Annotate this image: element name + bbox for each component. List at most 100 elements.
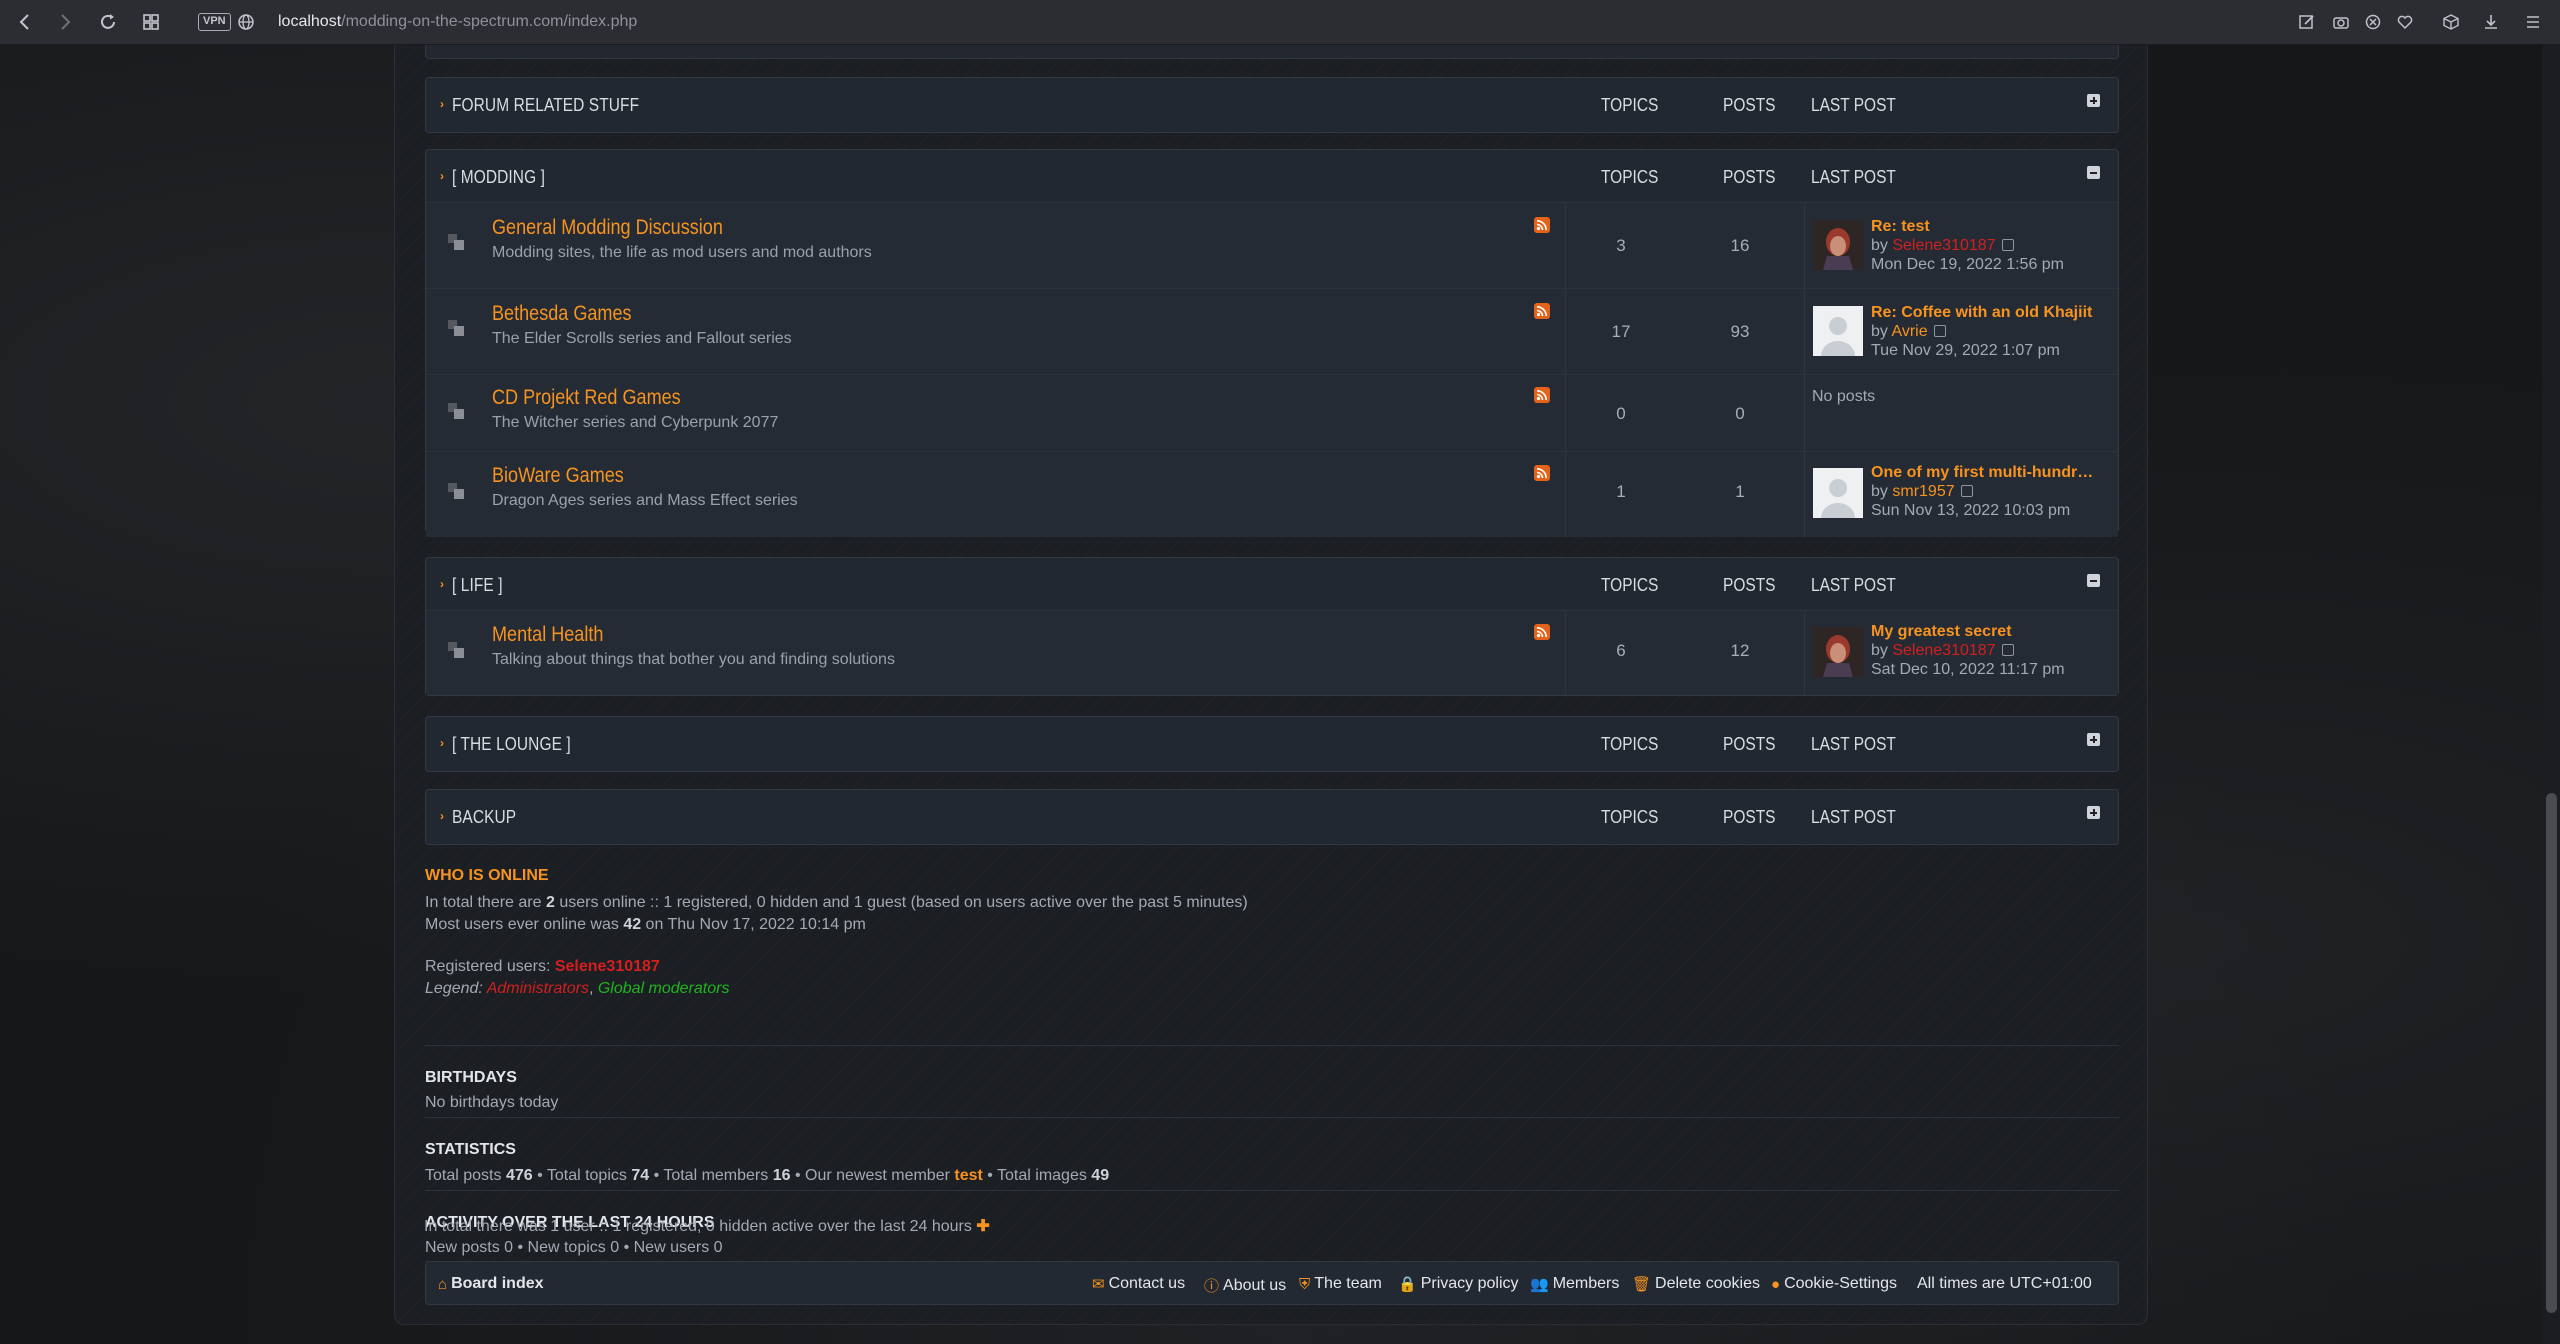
plus-icon[interactable]: ✚ [976,1218,989,1235]
contact-us-link[interactable]: ✉ Contact us [1092,1275,1185,1293]
forum-name-link[interactable]: General Modding Discussion [492,216,723,240]
page-wrapper: › FORUM RELATED STUFF TOPICS POSTS LAST … [394,45,2148,1325]
collapse-icon[interactable] [2087,574,2100,587]
category-title[interactable]: [ MODDING ] [452,167,545,188]
last-post-title-link[interactable]: Re: Coffee with an old Khajiit [1871,304,2092,322]
forum-row-bioware: BioWare Games Dragon Ages series and Mas… [426,451,2118,537]
vpn-badge[interactable]: VPN [198,13,231,31]
who-is-online-title[interactable]: WHO IS ONLINE [425,867,549,885]
category-the-lounge: › [ THE LOUNGE ] TOPICS POSTS LAST POST [425,716,2119,772]
category-title[interactable]: FORUM RELATED STUFF [452,95,639,116]
newest-member-link[interactable]: test [954,1167,982,1184]
download-icon[interactable] [2479,10,2503,34]
view-latest-post-icon[interactable] [1933,325,1946,337]
heart-icon[interactable] [2393,10,2417,34]
rss-feed-icon[interactable] [1534,624,1550,640]
column-separator [1804,611,1805,695]
category-title[interactable]: BACKUP [452,807,516,828]
cookie-settings-link[interactable]: ● Cookie-Settings [1771,1275,1897,1293]
delete-cookies-link[interactable]: 🗑 Delete cookies [1632,1275,1760,1293]
stat-label: Total posts [425,1167,506,1184]
expand-icon[interactable] [2087,94,2100,107]
last-post-user-link[interactable]: Selene310187 [1892,642,1995,659]
last-post-title-link[interactable]: My greatest secret [1871,623,2012,641]
rss-feed-icon[interactable] [1534,217,1550,233]
last-post-user-link[interactable]: Avrie [1891,323,1927,340]
by-label: by [1871,483,1888,500]
online-record-text: Most users ever online was [425,916,624,933]
category-backup: › BACKUP TOPICS POSTS LAST POST [425,789,2119,845]
legend-line: Legend: Administrators, Global moderator… [425,980,729,998]
category-arrow-icon: › [440,169,444,183]
legend-moderators-link[interactable]: Global moderators [598,980,730,997]
forum-description: The Elder Scrolls series and Fallout ser… [492,330,792,347]
team-label: The team [1314,1275,1382,1292]
topics-count: 17 [1611,322,1631,341]
posts-column-header: POSTS [1723,95,1776,115]
category-arrow-icon: › [440,577,444,591]
forum-name-link[interactable]: CD Projekt Red Games [492,386,681,410]
members-link[interactable]: 👥 Members [1530,1275,1619,1293]
about-us-link[interactable]: ⓘ About us [1204,1275,1286,1296]
last-poster-avatar[interactable] [1813,220,1863,270]
view-latest-post-icon[interactable] [1960,485,1973,497]
edit-icon[interactable] [2295,10,2319,34]
activity-line-1: New posts 0 • New topics 0 • New users 0 [425,1239,723,1256]
activity-line-2-text: In total there was 1 user :: 1 registere… [424,1218,972,1235]
forward-icon[interactable] [50,7,80,37]
the-team-link[interactable]: ⛨ The team [1299,1275,1382,1293]
by-label: by [1871,642,1888,659]
last-post-column-header: LAST POST [1811,167,1896,187]
activity-line-2: In total there was 1 user :: 1 registere… [424,1216,990,1236]
privacy-label: Privacy policy [1420,1275,1519,1292]
default-avatar-icon[interactable] [1813,306,1863,356]
last-poster-avatar[interactable] [1813,627,1863,677]
tabs-grid-icon[interactable] [136,7,166,37]
address-bar[interactable]: localhost/modding-on-the-spectrum.com/in… [278,13,637,31]
legend-separator: , [588,980,598,997]
view-latest-post-icon[interactable] [2001,239,2014,251]
rss-feed-icon[interactable] [1534,465,1550,481]
topics-count: 1 [1616,482,1626,501]
last-post-title-link[interactable]: One of my first multi-hundr… [1871,464,2093,482]
last-post-user-link[interactable]: smr1957 [1892,483,1954,500]
url-path: /modding-on-the-spectrum.com/index.php [341,13,638,30]
expand-icon[interactable] [2087,733,2100,746]
rss-feed-icon[interactable] [1534,387,1550,403]
view-latest-post-icon[interactable] [2001,644,2014,656]
total-images: 49 [1091,1167,1110,1184]
menu-icon[interactable] [2521,10,2545,34]
collapse-icon[interactable] [2087,166,2100,179]
category-title[interactable]: [ LIFE ] [452,575,503,596]
registered-user-link[interactable]: Selene310187 [555,958,660,975]
camera-icon[interactable] [2329,10,2353,34]
scrollbar-thumb[interactable] [2546,793,2557,1313]
rss-feed-icon[interactable] [1534,303,1550,319]
privacy-policy-link[interactable]: 🔒 Privacy policy [1398,1275,1519,1293]
legend-administrators-link[interactable]: Administrators [487,980,589,997]
block-icon[interactable] [2361,10,2385,34]
posts-count: 93 [1730,322,1750,341]
category-life: › [ LIFE ] TOPICS POSTS LAST POST Mental… [425,557,2119,696]
forum-name-link[interactable]: Mental Health [492,623,603,647]
back-icon[interactable] [10,7,40,37]
category-header: › BACKUP TOPICS POSTS LAST POST [426,790,2118,844]
last-post-title-link[interactable]: Re: test [1871,218,1930,236]
last-post-user-link[interactable]: Selene310187 [1892,237,1995,254]
members-label: Members [1552,1275,1620,1292]
statistics-line: Total posts 476 • Total topics 74 • Tota… [425,1167,1109,1185]
page-scrollbar[interactable] [2542,45,2560,1344]
board-index-link[interactable]: ⌂ Board index [438,1275,544,1293]
stat-label: • Total members [649,1167,773,1184]
divider [425,1045,2119,1046]
forum-name-link[interactable]: BioWare Games [492,464,624,488]
extensions-cube-icon[interactable] [2439,10,2463,34]
reload-icon[interactable] [93,7,123,37]
forum-name-link[interactable]: Bethesda Games [492,302,632,326]
no-posts-text: No posts [1812,388,1876,405]
expand-icon[interactable] [2087,806,2100,819]
category-title[interactable]: [ THE LOUNGE ] [452,734,571,755]
default-avatar-icon[interactable] [1813,468,1863,518]
topics-column-header: TOPICS [1601,734,1659,754]
board-index-label: Board index [451,1275,544,1292]
